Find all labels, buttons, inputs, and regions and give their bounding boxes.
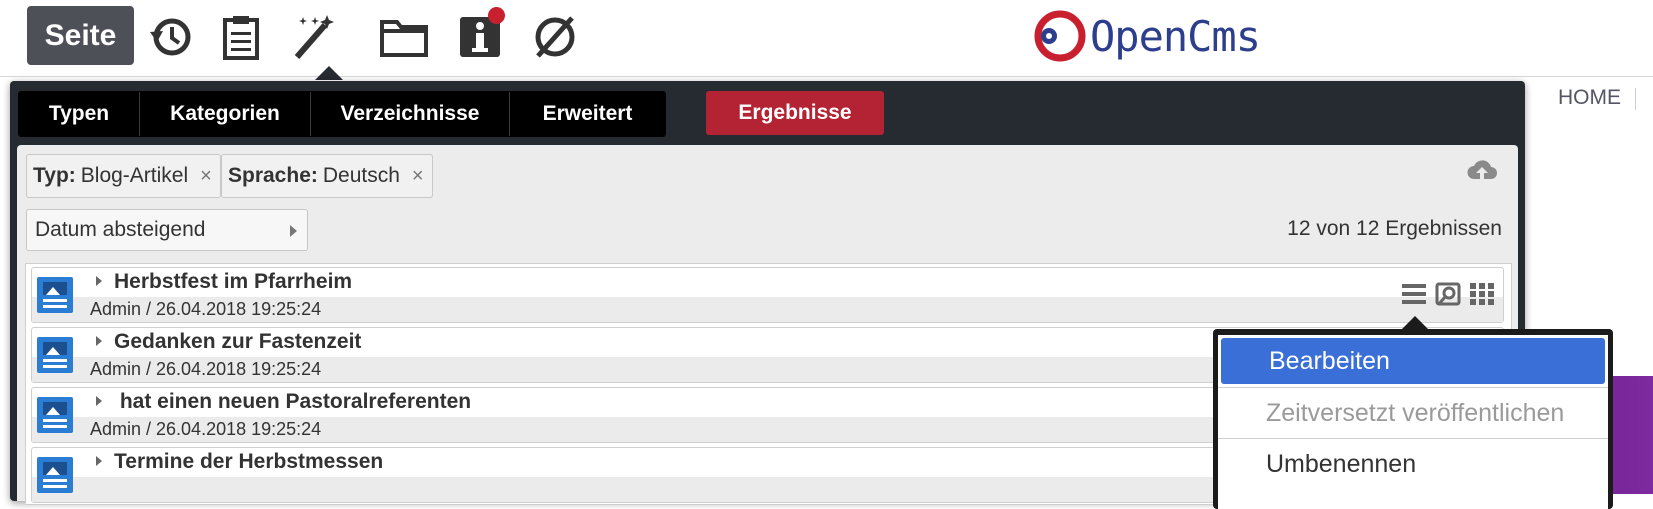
- filter-chip-type: Typ: Blog-Artikel ×: [26, 154, 221, 198]
- page-button[interactable]: Seite: [27, 6, 134, 65]
- expand-icon[interactable]: [96, 456, 102, 466]
- opencms-logo: OpenCms: [1030, 6, 1261, 66]
- blog-article-icon: [37, 457, 73, 493]
- blog-article-icon: [37, 277, 73, 313]
- result-meta: Admin / 26.04.2018 19:25:24: [90, 299, 322, 319]
- preview-icon[interactable]: [1435, 282, 1461, 306]
- result-row[interactable]: Herbstfest im Pfarrheim Admin / 26.04.20…: [31, 267, 1504, 323]
- filter-value: Deutsch: [322, 164, 400, 187]
- filter-label: Sprache:: [228, 164, 318, 187]
- top-toolbar: Seite OpenCms: [0, 0, 1653, 77]
- context-menu: Bearbeiten Zeitversetzt veröffentlichen …: [1213, 329, 1613, 509]
- tab-results[interactable]: Ergebnisse: [706, 91, 884, 135]
- tab-advanced[interactable]: Erweitert: [510, 92, 665, 136]
- filter-chip-language: Sprache: Deutsch ×: [221, 154, 433, 198]
- result-title: Gedanken zur Fastenzeit: [114, 330, 362, 353]
- logo-mark-icon: [1034, 10, 1086, 62]
- upload-cloud-icon[interactable]: [1466, 157, 1498, 183]
- result-meta: Admin / 26.04.2018 19:25:24: [90, 419, 322, 439]
- menu-item-edit[interactable]: Bearbeiten: [1221, 338, 1605, 384]
- filter-value: Blog-Artikel: [80, 164, 189, 187]
- blog-article-icon: [37, 397, 73, 433]
- result-title: Herbstfest im Pfarrheim: [114, 270, 353, 293]
- tab-folders[interactable]: Verzeichnisse: [311, 92, 510, 136]
- gallery-tabs: Typen Kategorien Verzeichnisse Erweitert: [18, 91, 666, 137]
- nav-home-link[interactable]: HOME: [1558, 86, 1621, 110]
- expand-icon[interactable]: [96, 396, 102, 406]
- logo-text: OpenCms: [1090, 11, 1261, 61]
- context-menu-body: Bearbeiten Zeitversetzt veröffentlichen …: [1218, 335, 1608, 509]
- menu-icon[interactable]: [1401, 282, 1427, 306]
- context-menu-pointer: [1401, 316, 1429, 330]
- row-actions: [1401, 282, 1495, 306]
- remove-filter-icon[interactable]: ×: [200, 165, 212, 188]
- tab-categories[interactable]: Kategorien: [140, 92, 311, 136]
- remove-filter-icon[interactable]: ×: [412, 165, 424, 188]
- history-icon[interactable]: [145, 12, 195, 62]
- result-meta: Admin / 26.04.2018 19:25:24: [90, 359, 322, 379]
- expand-icon[interactable]: [96, 276, 102, 286]
- hide-icon[interactable]: [530, 12, 580, 62]
- nav-separator: [1635, 88, 1636, 110]
- menu-item-rename[interactable]: Umbenennen: [1218, 439, 1608, 489]
- sort-select[interactable]: Datum absteigend: [26, 209, 308, 251]
- sort-value: Datum absteigend: [35, 218, 206, 241]
- filter-label: Typ:: [33, 164, 76, 187]
- clipboard-icon[interactable]: [216, 12, 266, 62]
- notification-dot: [488, 7, 505, 24]
- magic-wand-icon[interactable]: [288, 12, 338, 62]
- blog-article-icon: [37, 337, 73, 373]
- menu-item-scheduled-publish[interactable]: Zeitversetzt veröffentlichen: [1218, 388, 1608, 438]
- caret-right-icon: [290, 225, 297, 237]
- grid-icon[interactable]: [1469, 282, 1495, 306]
- expand-icon[interactable]: [96, 336, 102, 346]
- result-title: hat einen neuen Pastoralreferenten: [114, 390, 472, 413]
- result-title: Termine der Herbstmessen: [114, 450, 384, 473]
- folder-icon[interactable]: [379, 12, 429, 62]
- gallery-pointer: [315, 66, 343, 80]
- tab-types[interactable]: Typen: [19, 92, 140, 136]
- result-count: 12 von 12 Ergebnissen: [1287, 217, 1502, 240]
